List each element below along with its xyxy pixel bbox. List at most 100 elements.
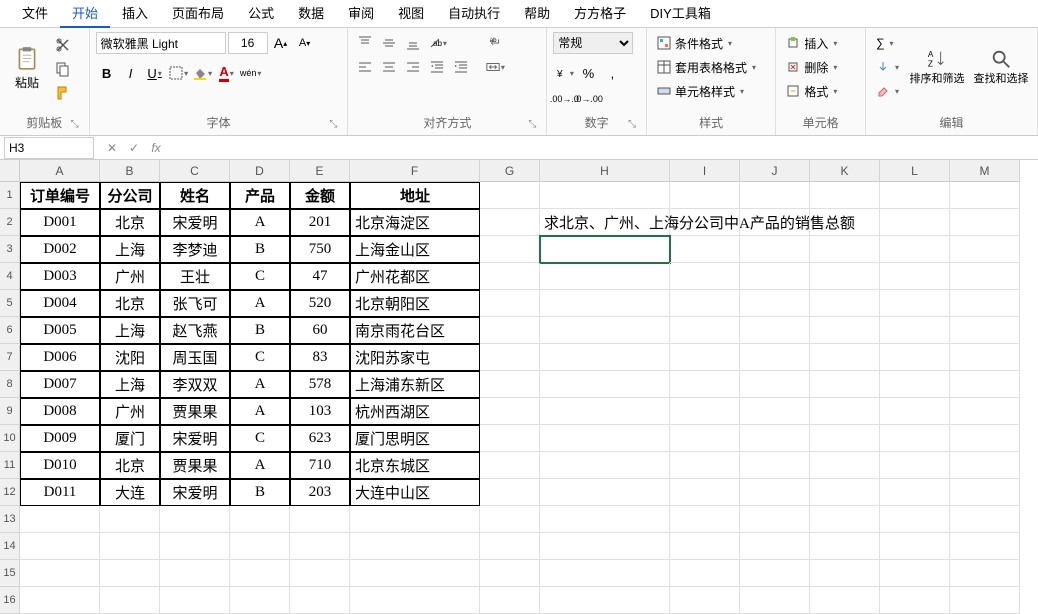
cell-G4[interactable] [480,263,540,290]
cell-G11[interactable] [480,452,540,479]
cell-C14[interactable] [160,533,230,560]
cell-L10[interactable] [880,425,950,452]
cell-C9[interactable]: 贾果果 [160,398,230,425]
cell-J16[interactable] [740,587,810,614]
formula-input[interactable] [170,137,1038,159]
row-header-9[interactable]: 9 [0,398,20,425]
font-size-input[interactable] [228,32,268,54]
enter-formula-button[interactable]: ✓ [124,138,144,158]
cell-style-button[interactable]: 单元格样式 [653,80,760,102]
cell-M9[interactable] [950,398,1020,425]
cut-button[interactable] [52,34,74,56]
cell-M6[interactable] [950,317,1020,344]
cell-D3[interactable]: B [230,236,290,263]
cell-D10[interactable]: C [230,425,290,452]
format-cells-button[interactable]: 格式 [782,80,841,102]
cell-I3[interactable] [670,236,740,263]
cell-A11[interactable]: D010 [20,452,100,479]
cell-H2[interactable]: 求北京、广州、上海分公司中A产品的销售总额 [540,209,670,236]
cell-C1[interactable]: 姓名 [160,182,230,209]
cell-H7[interactable] [540,344,670,371]
cell-A4[interactable]: D003 [20,263,100,290]
align-middle-button[interactable] [378,32,400,54]
row-header-5[interactable]: 5 [0,290,20,317]
cell-D7[interactable]: C [230,344,290,371]
insert-button[interactable]: 插入 [782,32,841,54]
clear-button[interactable] [872,80,903,102]
cell-C15[interactable] [160,560,230,587]
row-header-10[interactable]: 10 [0,425,20,452]
currency-button[interactable]: ¥ [553,62,575,84]
cell-L6[interactable] [880,317,950,344]
cell-K1[interactable] [810,182,880,209]
align-bottom-button[interactable] [402,32,424,54]
cell-M15[interactable] [950,560,1020,587]
cell-H5[interactable] [540,290,670,317]
cell-M2[interactable] [950,209,1020,236]
name-box[interactable] [4,137,94,159]
cell-M7[interactable] [950,344,1020,371]
cell-F7[interactable]: 沈阳苏家屯 [350,344,480,371]
cell-L11[interactable] [880,452,950,479]
cell-L5[interactable] [880,290,950,317]
cell-C4[interactable]: 王壮 [160,263,230,290]
cell-F8[interactable]: 上海浦东新区 [350,371,480,398]
align-center-button[interactable] [378,56,400,78]
cell-A9[interactable]: D008 [20,398,100,425]
number-launcher[interactable]: ⤡ [626,119,638,131]
row-header-1[interactable]: 1 [0,182,20,209]
cell-I7[interactable] [670,344,740,371]
cell-E4[interactable]: 47 [290,263,350,290]
cell-L9[interactable] [880,398,950,425]
clipboard-launcher[interactable]: ⤡ [69,119,81,131]
cell-M10[interactable] [950,425,1020,452]
cell-G8[interactable] [480,371,540,398]
cell-F13[interactable] [350,506,480,533]
cell-D4[interactable]: C [230,263,290,290]
cell-G12[interactable] [480,479,540,506]
increase-indent-button[interactable] [450,56,472,78]
cell-C6[interactable]: 赵飞燕 [160,317,230,344]
cell-I5[interactable] [670,290,740,317]
cell-B14[interactable] [100,533,160,560]
cell-F11[interactable]: 北京东城区 [350,452,480,479]
cell-E15[interactable] [290,560,350,587]
cell-J13[interactable] [740,506,810,533]
cell-G6[interactable] [480,317,540,344]
cell-K8[interactable] [810,371,880,398]
cell-C16[interactable] [160,587,230,614]
cell-M11[interactable] [950,452,1020,479]
cell-C12[interactable]: 宋爱明 [160,479,230,506]
cell-F12[interactable]: 大连中山区 [350,479,480,506]
underline-button[interactable]: U [144,62,166,84]
cell-F4[interactable]: 广州花都区 [350,263,480,290]
cell-I16[interactable] [670,587,740,614]
col-header-I[interactable]: I [670,160,740,182]
cell-A7[interactable]: D006 [20,344,100,371]
cell-D6[interactable]: B [230,317,290,344]
cell-D11[interactable]: A [230,452,290,479]
cell-D9[interactable]: A [230,398,290,425]
cell-A8[interactable]: D007 [20,371,100,398]
cell-E12[interactable]: 203 [290,479,350,506]
tab-home[interactable]: 开始 [60,0,110,28]
sort-filter-button[interactable]: AZ 排序和筛选 [907,32,967,102]
row-header-7[interactable]: 7 [0,344,20,371]
cell-C11[interactable]: 贾果果 [160,452,230,479]
row-header-14[interactable]: 14 [0,533,20,560]
copy-button[interactable] [52,58,74,80]
cell-L8[interactable] [880,371,950,398]
cell-B8[interactable]: 上海 [100,371,160,398]
cell-A6[interactable]: D005 [20,317,100,344]
cell-A1[interactable]: 订单编号 [20,182,100,209]
format-painter-button[interactable] [52,82,74,104]
cell-L16[interactable] [880,587,950,614]
font-name-input[interactable] [96,32,226,54]
cell-I12[interactable] [670,479,740,506]
tab-file[interactable]: 文件 [10,0,60,28]
cell-L7[interactable] [880,344,950,371]
fill-color-button[interactable] [192,62,214,84]
row-header-2[interactable]: 2 [0,209,20,236]
cell-H14[interactable] [540,533,670,560]
cell-I10[interactable] [670,425,740,452]
